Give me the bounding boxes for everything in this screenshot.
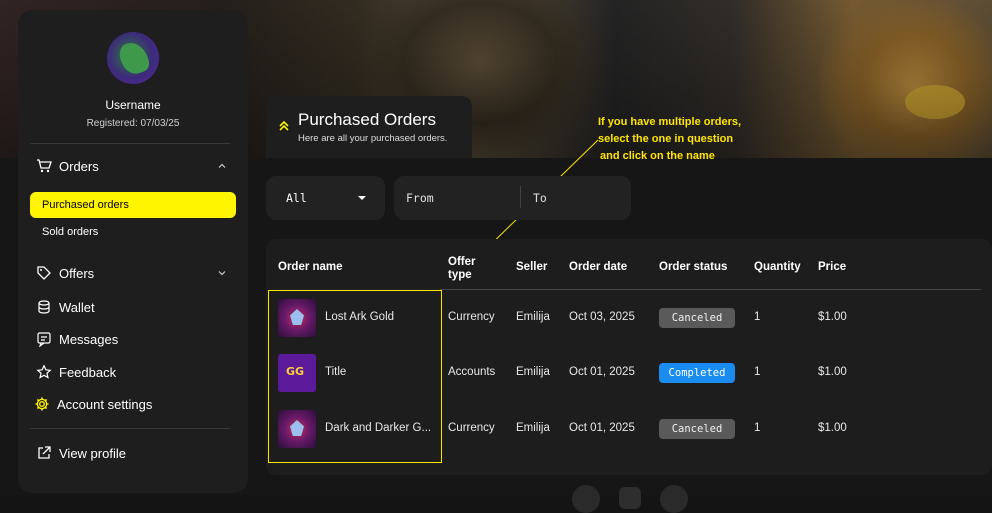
gear-icon	[34, 396, 50, 412]
order-thumbnail	[278, 410, 316, 448]
order-name-link[interactable]: Dark and Darker G...	[325, 422, 431, 434]
sidebar-item-label: Feedback	[59, 364, 117, 380]
quantity: 1	[754, 311, 761, 323]
sidebar-item-sold-orders[interactable]: Sold orders	[30, 219, 236, 245]
sidebar-item-orders[interactable]: Orders	[36, 155, 236, 177]
status-badge: Completed	[659, 363, 735, 383]
seller-name[interactable]: Emilija	[516, 311, 550, 323]
column-header: Quantity	[754, 261, 801, 273]
status-badge: Canceled	[659, 419, 735, 439]
orders-table: Order name Offer type Seller Order date …	[266, 239, 992, 475]
sidebar-item-label: Messages	[59, 331, 119, 347]
star-icon	[36, 364, 52, 380]
sidebar-item-account-settings[interactable]: Account settings	[34, 393, 152, 415]
message-icon	[36, 331, 52, 347]
pagination-next-button[interactable]	[660, 485, 688, 513]
order-date: Oct 01, 2025	[569, 366, 635, 378]
table-row[interactable]: Title Accounts Emilija Oct 01, 2025 Comp…	[266, 354, 992, 394]
order-name-link[interactable]: Lost Ark Gold	[325, 311, 394, 323]
avatar[interactable]	[107, 32, 159, 84]
quantity: 1	[754, 422, 761, 434]
seller-name[interactable]: Emilija	[516, 366, 550, 378]
pagination-current-page[interactable]	[619, 487, 641, 509]
double-chevron-up-icon	[279, 120, 289, 131]
column-header: Seller	[516, 261, 548, 273]
sidebar-item-feedback[interactable]: Feedback	[36, 361, 116, 383]
username: Username	[105, 98, 161, 112]
sidebar-item-label: Wallet	[59, 299, 95, 315]
tutorial-annotation: If you have multiple orders, select the …	[598, 116, 742, 162]
chevron-up-icon[interactable]	[218, 162, 226, 170]
registered-date: Registered: 07/03/25	[86, 118, 180, 129]
divider	[30, 143, 230, 144]
date-to-input[interactable]: To	[533, 191, 547, 205]
column-header: Offer type	[448, 256, 476, 281]
view-profile-link[interactable]: View profile	[36, 442, 126, 464]
offer-type: Accounts	[448, 366, 496, 378]
view-profile-label: View profile	[59, 445, 126, 461]
column-header: Order name	[278, 261, 343, 273]
offer-type-value: All	[286, 191, 307, 205]
divider	[30, 428, 230, 429]
date-from-input[interactable]: From	[406, 191, 434, 205]
price: $1.00	[818, 366, 847, 378]
seller-name[interactable]: Emilija	[516, 422, 550, 434]
sidebar-item-wallet[interactable]: Wallet	[36, 296, 95, 318]
sidebar-item-purchased-orders[interactable]: Purchased orders	[30, 192, 236, 218]
table-row[interactable]: Lost Ark Gold Currency Emilija Oct 03, 2…	[266, 299, 992, 339]
sidebar-item-label: Orders	[59, 158, 99, 174]
order-date: Oct 01, 2025	[569, 422, 635, 434]
column-header: Order status	[659, 261, 728, 273]
sidebar-item-messages[interactable]: Messages	[36, 328, 118, 350]
cart-icon	[36, 158, 52, 174]
offer-type-filter[interactable]: All	[266, 176, 385, 220]
tag-icon	[36, 265, 52, 281]
order-thumbnail	[278, 299, 316, 337]
table-row[interactable]: Dark and Darker G... Currency Emilija Oc…	[266, 410, 992, 450]
quantity: 1	[754, 366, 761, 378]
divider	[440, 289, 981, 290]
column-header: Order date	[569, 261, 628, 273]
sidebar: Username Registered: 07/03/25 Orders Pur…	[18, 10, 248, 493]
sidebar-item-offers[interactable]: Offers	[36, 262, 236, 284]
order-name-link[interactable]: Title	[325, 366, 346, 378]
page-header: Purchased Orders Here are all your purch…	[266, 96, 472, 158]
page-title: Purchased Orders	[298, 110, 436, 129]
sidebar-item-label: Offers	[59, 265, 95, 281]
chevron-down-icon[interactable]	[218, 269, 226, 277]
divider	[520, 186, 521, 208]
column-header: Price	[818, 261, 847, 273]
offer-type: Currency	[448, 422, 495, 434]
external-link-icon	[36, 445, 52, 461]
caret-down-icon	[358, 196, 366, 200]
sidebar-item-label: Account settings	[57, 396, 153, 412]
offer-type: Currency	[448, 311, 495, 323]
date-range-filter: From To	[394, 176, 631, 220]
status-badge: Canceled	[659, 308, 735, 328]
price: $1.00	[818, 311, 847, 323]
database-icon	[36, 299, 52, 315]
pagination-prev-button[interactable]	[572, 485, 600, 513]
order-thumbnail	[278, 354, 316, 392]
order-date: Oct 03, 2025	[569, 311, 635, 323]
price: $1.00	[818, 422, 847, 434]
page-subtitle: Here are all your purchased orders.	[298, 133, 448, 144]
